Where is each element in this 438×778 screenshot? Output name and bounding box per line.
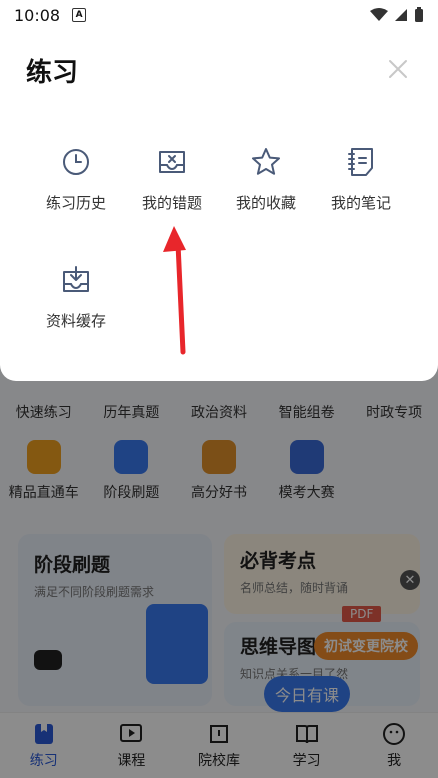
option-label: 练习历史 (45, 194, 106, 212)
download-tray-icon (63, 266, 89, 292)
option-my-notes[interactable]: 我的笔记 (306, 146, 416, 213)
status-bar: 10:08 A (0, 0, 438, 30)
star-icon (252, 148, 280, 175)
wifi-icon (370, 8, 388, 21)
option-label: 我的错题 (141, 194, 202, 212)
signal-icon (395, 9, 407, 21)
close-icon[interactable] (386, 57, 410, 81)
option-label: 我的收藏 (235, 194, 296, 212)
option-label: 资料缓存 (45, 312, 106, 330)
option-material-cache[interactable]: 资料缓存 (21, 264, 131, 331)
practice-popup-sheet: 练习 练习历史 我的错题 我的收藏 我的笔记 资料缓存 (0, 0, 438, 381)
status-time: 10:08 (14, 5, 61, 25)
notebook-icon (348, 148, 373, 176)
option-practice-history[interactable]: 练习历史 (21, 146, 131, 213)
status-right-icons (370, 7, 424, 23)
notification-badge-icon: A (72, 8, 87, 22)
option-label: 我的笔记 (330, 194, 391, 212)
option-my-favorites[interactable]: 我的收藏 (211, 146, 321, 213)
sheet-title: 练习 (26, 58, 79, 88)
error-tray-icon (159, 151, 185, 173)
clock-icon (63, 149, 89, 175)
battery-icon (415, 7, 423, 22)
